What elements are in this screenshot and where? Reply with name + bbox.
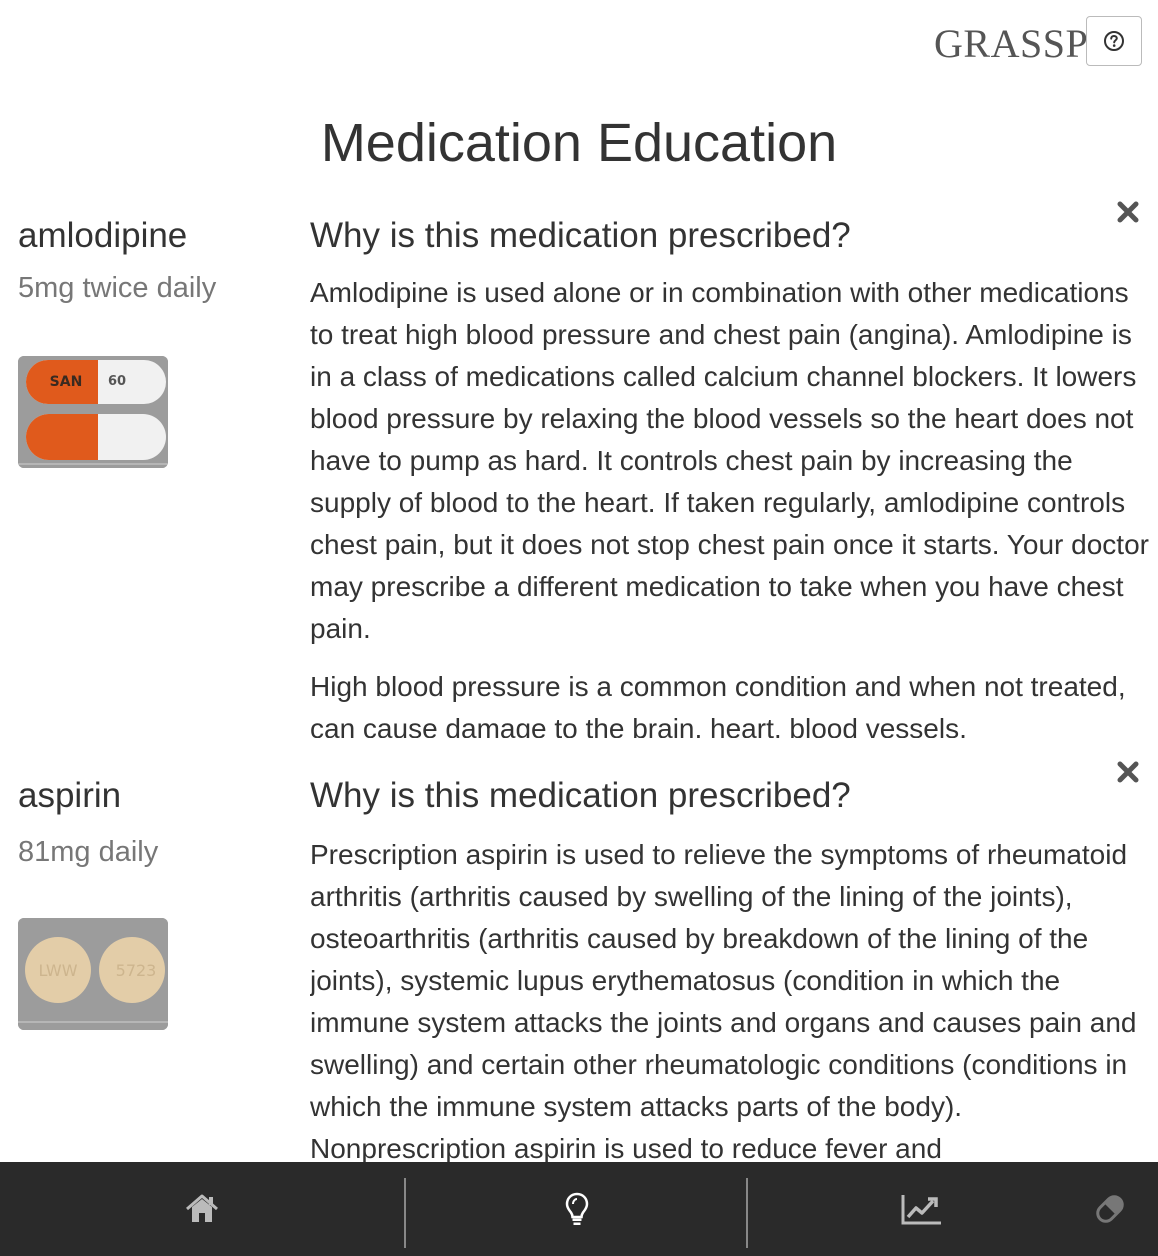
- question-circle-icon: [1104, 31, 1124, 51]
- pill-image: SAN 60: [18, 356, 168, 468]
- home-icon: [186, 1194, 218, 1222]
- section-heading: Why is this medication prescribed?: [310, 776, 851, 815]
- pill-imprint: LWW: [38, 961, 77, 980]
- section-heading: Why is this medication prescribed?: [310, 216, 851, 255]
- pill-imprint: SAN: [50, 374, 83, 390]
- nav-divider: [746, 1178, 748, 1248]
- page-title: Medication Education: [320, 113, 838, 173]
- close-icon[interactable]: [1114, 198, 1142, 226]
- lightbulb-icon: [565, 1192, 589, 1225]
- description-paragraph: Prescription aspirin is used to relieve …: [310, 839, 1137, 1162]
- medication-description: Prescription aspirin is used to relieve …: [310, 834, 1150, 1162]
- description-paragraph: High blood pressure is a common conditio…: [310, 671, 1126, 738]
- medication-description: Amlodipine is used alone or in combinati…: [310, 272, 1150, 738]
- line-chart-icon: [901, 1195, 941, 1225]
- medication-card: amlodipine 5mg twice daily SAN 60 Why is…: [0, 201, 1158, 740]
- pill-imprint: 5723: [116, 961, 157, 980]
- pill-image: LWW 5723: [18, 918, 168, 1030]
- medication-dose: 81mg daily: [18, 836, 159, 868]
- medication-name: aspirin: [18, 776, 122, 815]
- nav-medications[interactable]: [1080, 1162, 1140, 1256]
- medication-card: aspirin 81mg daily LWW 5723 Why is this …: [0, 761, 1158, 1162]
- help-button[interactable]: [1086, 16, 1142, 66]
- medication-name: amlodipine: [18, 216, 188, 255]
- pill-icon: [1096, 1195, 1124, 1223]
- nav-home[interactable]: [0, 1162, 404, 1256]
- close-icon[interactable]: [1114, 758, 1142, 786]
- nav-education[interactable]: [406, 1162, 748, 1256]
- medication-dose: 5mg twice daily: [18, 272, 217, 304]
- description-paragraph: Amlodipine is used alone or in combinati…: [310, 277, 1149, 644]
- bottom-nav: [0, 1162, 1158, 1256]
- pill-imprint: 60: [108, 374, 126, 389]
- brand-logo: GRASSP: [934, 21, 1089, 66]
- nav-progress[interactable]: [750, 1162, 1094, 1256]
